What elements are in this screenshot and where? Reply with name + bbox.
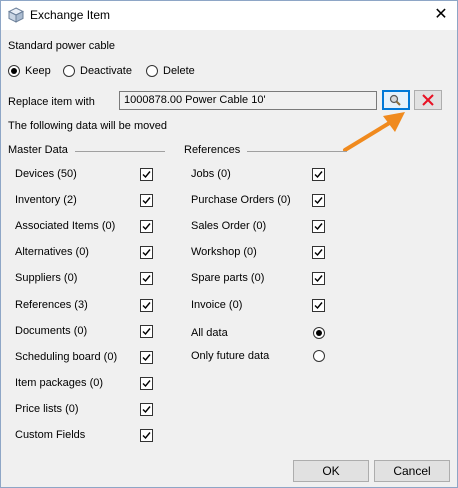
checkbox-label[interactable]: Custom Fields [15, 429, 85, 441]
check-icon [142, 223, 151, 231]
search-button[interactable] [382, 90, 410, 110]
item-name-label: Standard power cable [8, 40, 116, 52]
check-icon [142, 275, 151, 283]
checkbox-label[interactable]: Devices (50) [15, 168, 77, 180]
window-title: Exchange Item [30, 8, 111, 22]
check-icon [142, 249, 151, 257]
master-data-divider [75, 151, 165, 152]
checkbox[interactable] [140, 194, 153, 208]
future-data-radio[interactable] [313, 350, 325, 362]
replace-item-value: 1000878.00 Power Cable 10' [124, 94, 266, 106]
check-icon [142, 353, 151, 361]
check-icon [142, 197, 151, 205]
check-icon [314, 301, 323, 309]
all-data-radio[interactable] [313, 327, 325, 339]
clear-icon [422, 94, 434, 106]
checkbox[interactable] [140, 220, 153, 234]
check-icon [142, 405, 151, 413]
references-divider [247, 151, 347, 152]
checkbox-label[interactable]: Alternatives (0) [15, 246, 89, 258]
checkbox[interactable] [140, 246, 153, 260]
exchange-item-dialog: Exchange Item ✕ Standard power cable Kee… [0, 0, 458, 488]
master-data-heading: Master Data [8, 144, 68, 156]
check-icon [314, 223, 323, 231]
checkbox-label[interactable]: Invoice (0) [191, 299, 242, 311]
checkbox[interactable] [140, 429, 153, 442]
deactivate-radio[interactable] [63, 65, 75, 77]
checkbox-label[interactable]: Jobs (0) [191, 168, 231, 180]
check-icon [142, 171, 151, 179]
keep-label[interactable]: Keep [25, 65, 51, 77]
references-heading: References [184, 144, 241, 156]
checkbox-label[interactable]: Associated Items (0) [15, 220, 115, 232]
search-icon [389, 94, 401, 106]
checkbox-label[interactable]: Suppliers (0) [15, 272, 77, 284]
close-button[interactable]: ✕ [425, 1, 457, 30]
annotation-arrow [343, 112, 405, 152]
checkbox-label[interactable]: Scheduling board (0) [15, 351, 117, 363]
checkbox[interactable] [312, 194, 325, 208]
check-icon [314, 171, 323, 179]
checkbox[interactable] [140, 272, 153, 286]
close-icon: ✕ [434, 6, 448, 23]
checkbox-label[interactable]: Sales Order (0) [191, 220, 266, 232]
checkbox[interactable] [140, 376, 153, 390]
checkbox-label[interactable]: Inventory (2) [15, 194, 77, 206]
checkbox[interactable] [140, 402, 153, 416]
replace-item-field[interactable]: 1000878.00 Power Cable 10' [119, 91, 377, 110]
checkbox-label[interactable]: Item packages (0) [15, 377, 103, 389]
checkbox-label[interactable]: Purchase Orders (0) [191, 194, 291, 206]
checkbox[interactable] [312, 168, 325, 181]
ok-button[interactable]: OK [293, 460, 369, 482]
check-icon [142, 379, 151, 387]
cancel-button[interactable]: Cancel [374, 460, 450, 482]
checkbox[interactable] [140, 168, 153, 181]
checkbox-label[interactable]: Spare parts (0) [191, 272, 264, 284]
info-text: The following data will be moved [8, 120, 167, 132]
title-bar: Exchange Item ✕ [1, 1, 457, 30]
dialog-content: Standard power cable Keep Deactivate Del… [1, 30, 457, 487]
checkbox[interactable] [140, 298, 153, 312]
checkbox-label[interactable]: Documents (0) [15, 325, 87, 337]
checkbox[interactable] [140, 324, 153, 338]
clear-button[interactable] [414, 90, 442, 110]
checkbox[interactable] [140, 350, 153, 364]
checkbox[interactable] [312, 246, 325, 260]
check-icon [314, 249, 323, 257]
replace-label: Replace item with [8, 96, 95, 108]
keep-radio[interactable] [8, 65, 20, 77]
cube-icon [8, 7, 24, 23]
checkbox[interactable] [312, 272, 325, 286]
checkbox[interactable] [312, 298, 325, 312]
check-icon [314, 197, 323, 205]
checkbox[interactable] [312, 220, 325, 234]
check-icon [314, 275, 323, 283]
checkbox-label[interactable]: References (3) [15, 299, 88, 311]
delete-label[interactable]: Delete [163, 65, 195, 77]
checkbox-label[interactable]: Price lists (0) [15, 403, 79, 415]
delete-radio[interactable] [146, 65, 158, 77]
check-icon [142, 301, 151, 309]
future-data-label[interactable]: Only future data [191, 350, 269, 362]
check-icon [142, 327, 151, 335]
all-data-label[interactable]: All data [191, 327, 228, 339]
check-icon [142, 432, 151, 440]
checkbox-label[interactable]: Workshop (0) [191, 246, 257, 258]
deactivate-label[interactable]: Deactivate [80, 65, 132, 77]
